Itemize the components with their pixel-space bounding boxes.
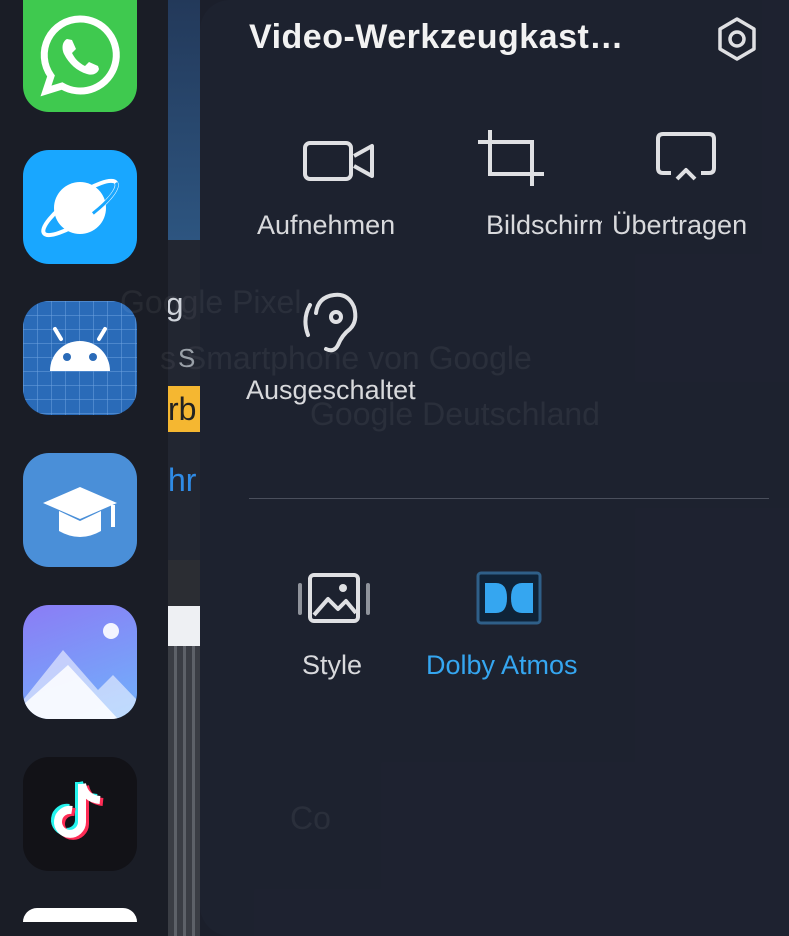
style-label: Style	[302, 650, 363, 680]
record-label: Aufnehmen	[257, 210, 396, 240]
mountain-photo-icon	[23, 623, 137, 719]
video-toolbox-panel: Google Pixel s Smartphone von Google Goo…	[120, 0, 789, 936]
tiktok-note-icon	[51, 780, 104, 840]
tiktok-app-icon[interactable]	[23, 757, 137, 871]
style-tool[interactable]: Style	[290, 565, 400, 690]
crop-icon	[478, 130, 544, 186]
app-dock	[0, 0, 168, 936]
graduation-cap-icon	[43, 487, 117, 537]
hearing-label: Ausgeschaltet	[246, 375, 416, 405]
cast-label: Übertragen	[612, 210, 748, 240]
panel-title: Video-Werkzeugkast…	[249, 18, 624, 56]
dolby-atmos-label: Dolby Atmos	[426, 650, 578, 680]
ghost-behind-text: Co	[290, 800, 331, 836]
dolby-atmos-tool[interactable]: Dolby Atmos	[424, 565, 604, 690]
background-image	[168, 0, 200, 240]
whatsapp-app-icon[interactable]	[23, 0, 137, 112]
screen-label: Bildschirm	[486, 210, 602, 240]
gallery-app-icon[interactable]	[23, 605, 137, 719]
section-divider	[249, 498, 769, 499]
image-style-icon	[298, 573, 370, 623]
browser-app-icon[interactable]	[23, 150, 137, 264]
background-link-fragment: hr	[168, 462, 197, 498]
hearing-tool[interactable]: Ausgeschaltet	[246, 285, 426, 415]
background-building-image	[168, 646, 200, 936]
video-camera-icon	[303, 141, 374, 181]
screen-tool[interactable]: Bildschirm	[470, 125, 602, 250]
gear-icon[interactable]	[714, 16, 760, 62]
background-ad-badge-fragment: rb	[168, 386, 200, 432]
education-app-icon[interactable]	[23, 453, 137, 567]
cast-icon	[656, 132, 716, 181]
background-dark-block	[168, 560, 200, 610]
dolby-icon	[476, 571, 542, 625]
background-content: og S rb hr	[168, 0, 200, 936]
record-tool[interactable]: Aufnehmen	[250, 125, 425, 250]
ear-icon	[303, 292, 358, 353]
whatsapp-icon	[40, 15, 120, 97]
globe-icon	[41, 178, 119, 238]
partial-app-icon[interactable]	[23, 908, 137, 922]
background-white-block	[168, 606, 200, 646]
cast-tool[interactable]: Übertragen	[610, 125, 770, 250]
